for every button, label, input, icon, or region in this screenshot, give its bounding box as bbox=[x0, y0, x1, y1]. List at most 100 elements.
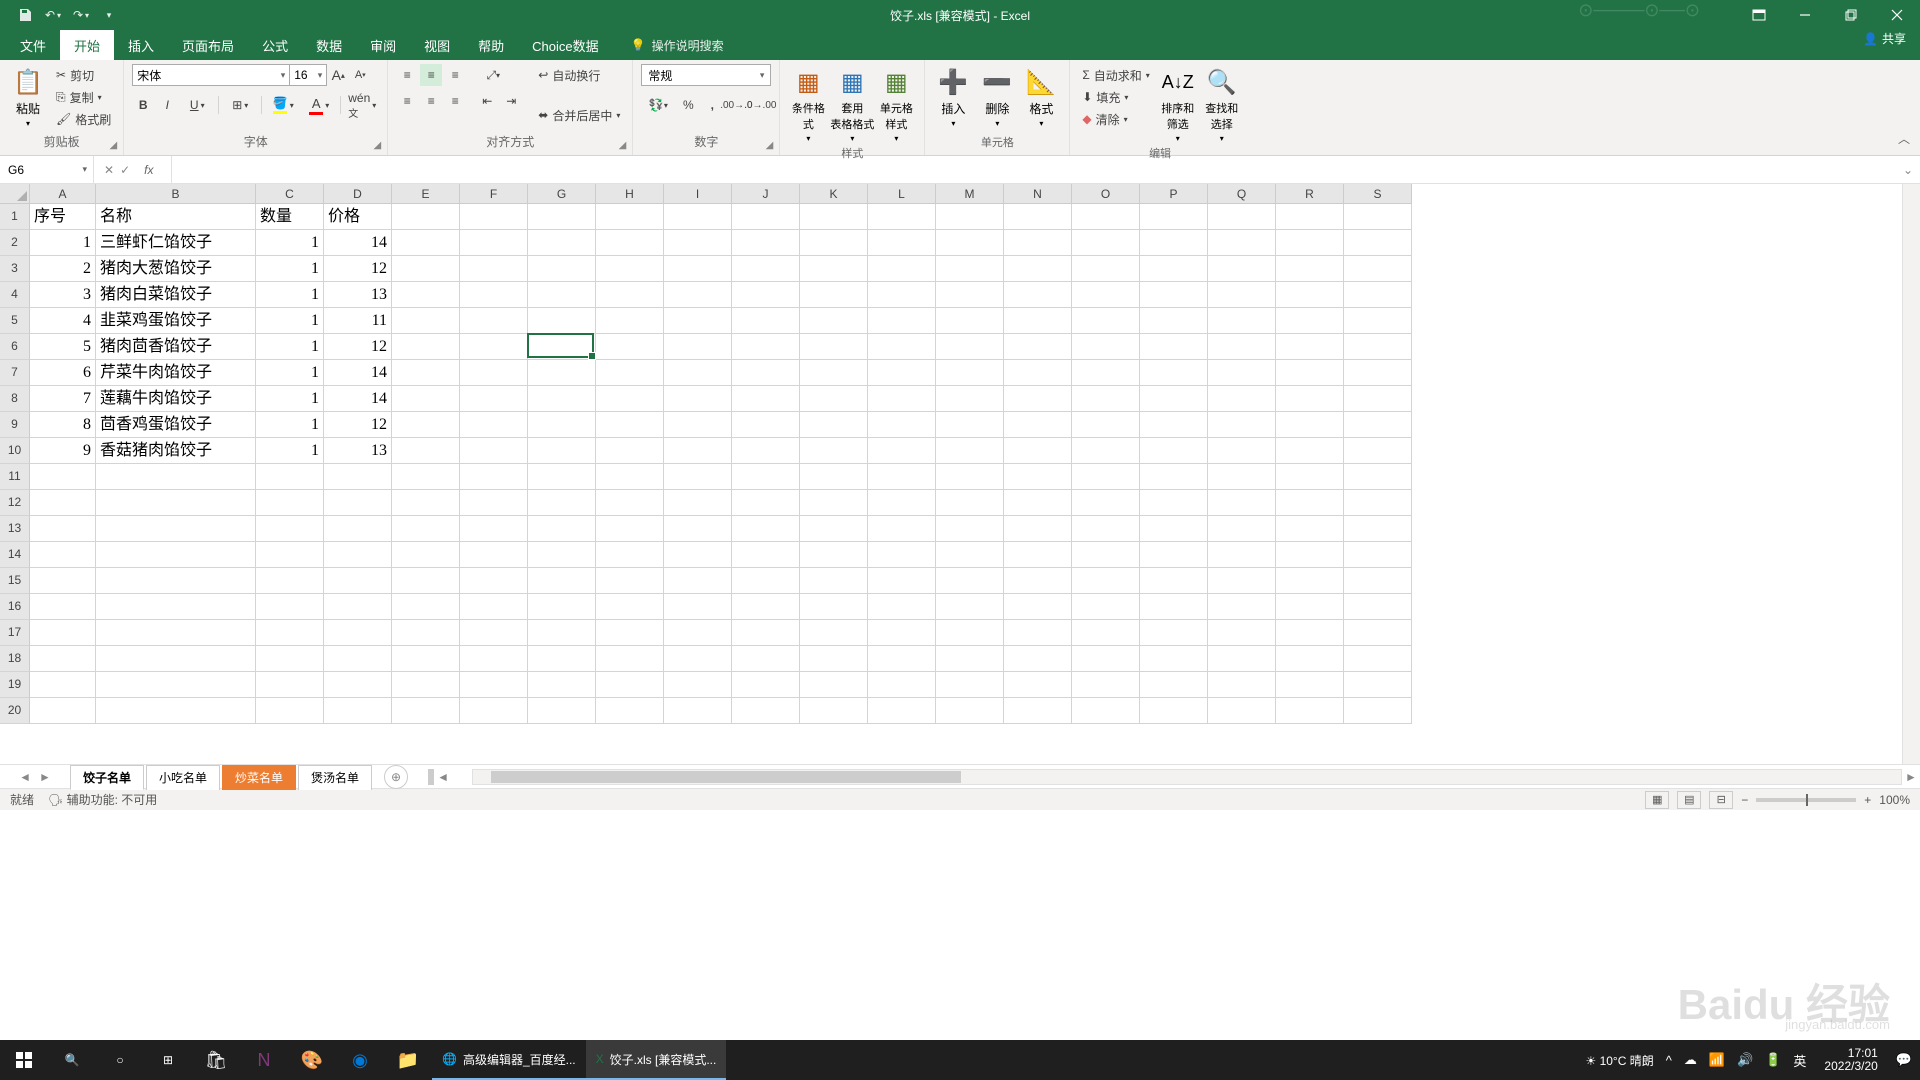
cell-N19[interactable] bbox=[1004, 672, 1072, 698]
cell-E7[interactable] bbox=[392, 360, 460, 386]
cell-K1[interactable] bbox=[800, 204, 868, 230]
cell-L5[interactable] bbox=[868, 308, 936, 334]
cell-J2[interactable] bbox=[732, 230, 800, 256]
cell-S17[interactable] bbox=[1344, 620, 1412, 646]
decrease-decimal-button[interactable]: .0→.00 bbox=[749, 94, 771, 116]
ribbon-tab-审阅[interactable]: 审阅 bbox=[356, 30, 410, 60]
notifications-icon[interactable]: 💬 bbox=[1896, 1052, 1912, 1068]
cell-F13[interactable] bbox=[460, 516, 528, 542]
cell-H1[interactable] bbox=[596, 204, 664, 230]
cell-B6[interactable]: 猪肉茴香馅饺子 bbox=[96, 334, 256, 360]
cell-S5[interactable] bbox=[1344, 308, 1412, 334]
cell-D4[interactable]: 13 bbox=[324, 282, 392, 308]
cell-P9[interactable] bbox=[1140, 412, 1208, 438]
cell-F3[interactable] bbox=[460, 256, 528, 282]
cell-B16[interactable] bbox=[96, 594, 256, 620]
cell-P13[interactable] bbox=[1140, 516, 1208, 542]
col-header-I[interactable]: I bbox=[664, 184, 732, 204]
col-header-G[interactable]: G bbox=[528, 184, 596, 204]
cell-A17[interactable] bbox=[30, 620, 96, 646]
row-header-12[interactable]: 12 bbox=[0, 490, 30, 516]
cell-M18[interactable] bbox=[936, 646, 1004, 672]
cell-I10[interactable] bbox=[664, 438, 732, 464]
cell-O13[interactable] bbox=[1072, 516, 1140, 542]
ribbon-tab-数据[interactable]: 数据 bbox=[302, 30, 356, 60]
onenote-icon[interactable]: N bbox=[240, 1040, 288, 1080]
cell-E16[interactable] bbox=[392, 594, 460, 620]
cell-B4[interactable]: 猪肉白菜馅饺子 bbox=[96, 282, 256, 308]
cell-B12[interactable] bbox=[96, 490, 256, 516]
cell-R7[interactable] bbox=[1276, 360, 1344, 386]
cell-S12[interactable] bbox=[1344, 490, 1412, 516]
cell-I8[interactable] bbox=[664, 386, 732, 412]
cell-J7[interactable] bbox=[732, 360, 800, 386]
sheet-tab-小吃名单[interactable]: 小吃名单 bbox=[146, 765, 220, 790]
cell-E15[interactable] bbox=[392, 568, 460, 594]
cell-R8[interactable] bbox=[1276, 386, 1344, 412]
sheet-nav-arrows[interactable]: ◄► bbox=[0, 770, 70, 784]
cell-L9[interactable] bbox=[868, 412, 936, 438]
cell-C9[interactable]: 1 bbox=[256, 412, 324, 438]
zoom-in-button[interactable]: + bbox=[1864, 793, 1871, 807]
cell-A9[interactable]: 8 bbox=[30, 412, 96, 438]
sheet-tab-饺子名单[interactable]: 饺子名单 bbox=[70, 765, 144, 790]
decrease-indent-button[interactable]: ⇤ bbox=[476, 90, 498, 112]
cell-E3[interactable] bbox=[392, 256, 460, 282]
start-button[interactable] bbox=[0, 1040, 48, 1080]
cell-L19[interactable] bbox=[868, 672, 936, 698]
col-header-B[interactable]: B bbox=[96, 184, 256, 204]
cell-C1[interactable]: 数量 bbox=[256, 204, 324, 230]
cell-L3[interactable] bbox=[868, 256, 936, 282]
cell-C17[interactable] bbox=[256, 620, 324, 646]
col-header-C[interactable]: C bbox=[256, 184, 324, 204]
cell-N3[interactable] bbox=[1004, 256, 1072, 282]
cell-M1[interactable] bbox=[936, 204, 1004, 230]
cell-K9[interactable] bbox=[800, 412, 868, 438]
cell-G11[interactable] bbox=[528, 464, 596, 490]
cell-R2[interactable] bbox=[1276, 230, 1344, 256]
cell-G9[interactable] bbox=[528, 412, 596, 438]
cell-I18[interactable] bbox=[664, 646, 732, 672]
cell-P1[interactable] bbox=[1140, 204, 1208, 230]
cell-C18[interactable] bbox=[256, 646, 324, 672]
cell-G18[interactable] bbox=[528, 646, 596, 672]
row-header-18[interactable]: 18 bbox=[0, 646, 30, 672]
cell-E4[interactable] bbox=[392, 282, 460, 308]
cell-D6[interactable]: 12 bbox=[324, 334, 392, 360]
cell-C10[interactable]: 1 bbox=[256, 438, 324, 464]
col-header-S[interactable]: S bbox=[1344, 184, 1412, 204]
cell-A16[interactable] bbox=[30, 594, 96, 620]
accessibility-status[interactable]: 🗣 辅助功能: 不可用 bbox=[48, 791, 157, 808]
align-middle-button[interactable]: ≡ bbox=[420, 64, 442, 86]
cell-N6[interactable] bbox=[1004, 334, 1072, 360]
cell-P3[interactable] bbox=[1140, 256, 1208, 282]
row-header-5[interactable]: 5 bbox=[0, 308, 30, 334]
cell-F17[interactable] bbox=[460, 620, 528, 646]
minimize-button[interactable] bbox=[1782, 0, 1828, 30]
cell-B19[interactable] bbox=[96, 672, 256, 698]
cell-N5[interactable] bbox=[1004, 308, 1072, 334]
cell-J3[interactable] bbox=[732, 256, 800, 282]
cell-H15[interactable] bbox=[596, 568, 664, 594]
cell-F20[interactable] bbox=[460, 698, 528, 724]
cell-H20[interactable] bbox=[596, 698, 664, 724]
cell-M14[interactable] bbox=[936, 542, 1004, 568]
row-header-20[interactable]: 20 bbox=[0, 698, 30, 724]
wrap-text-button[interactable]: ↩自动换行 bbox=[534, 64, 624, 86]
cell-B20[interactable] bbox=[96, 698, 256, 724]
zoom-out-button[interactable]: − bbox=[1741, 793, 1748, 807]
cell-J13[interactable] bbox=[732, 516, 800, 542]
cell-O19[interactable] bbox=[1072, 672, 1140, 698]
col-header-O[interactable]: O bbox=[1072, 184, 1140, 204]
cell-K16[interactable] bbox=[800, 594, 868, 620]
zoom-level[interactable]: 100% bbox=[1879, 793, 1910, 807]
cell-M20[interactable] bbox=[936, 698, 1004, 724]
cell-G10[interactable] bbox=[528, 438, 596, 464]
cell-M15[interactable] bbox=[936, 568, 1004, 594]
cell-C8[interactable]: 1 bbox=[256, 386, 324, 412]
cell-I9[interactable] bbox=[664, 412, 732, 438]
cell-J4[interactable] bbox=[732, 282, 800, 308]
cell-R20[interactable] bbox=[1276, 698, 1344, 724]
cell-I4[interactable] bbox=[664, 282, 732, 308]
cell-I15[interactable] bbox=[664, 568, 732, 594]
